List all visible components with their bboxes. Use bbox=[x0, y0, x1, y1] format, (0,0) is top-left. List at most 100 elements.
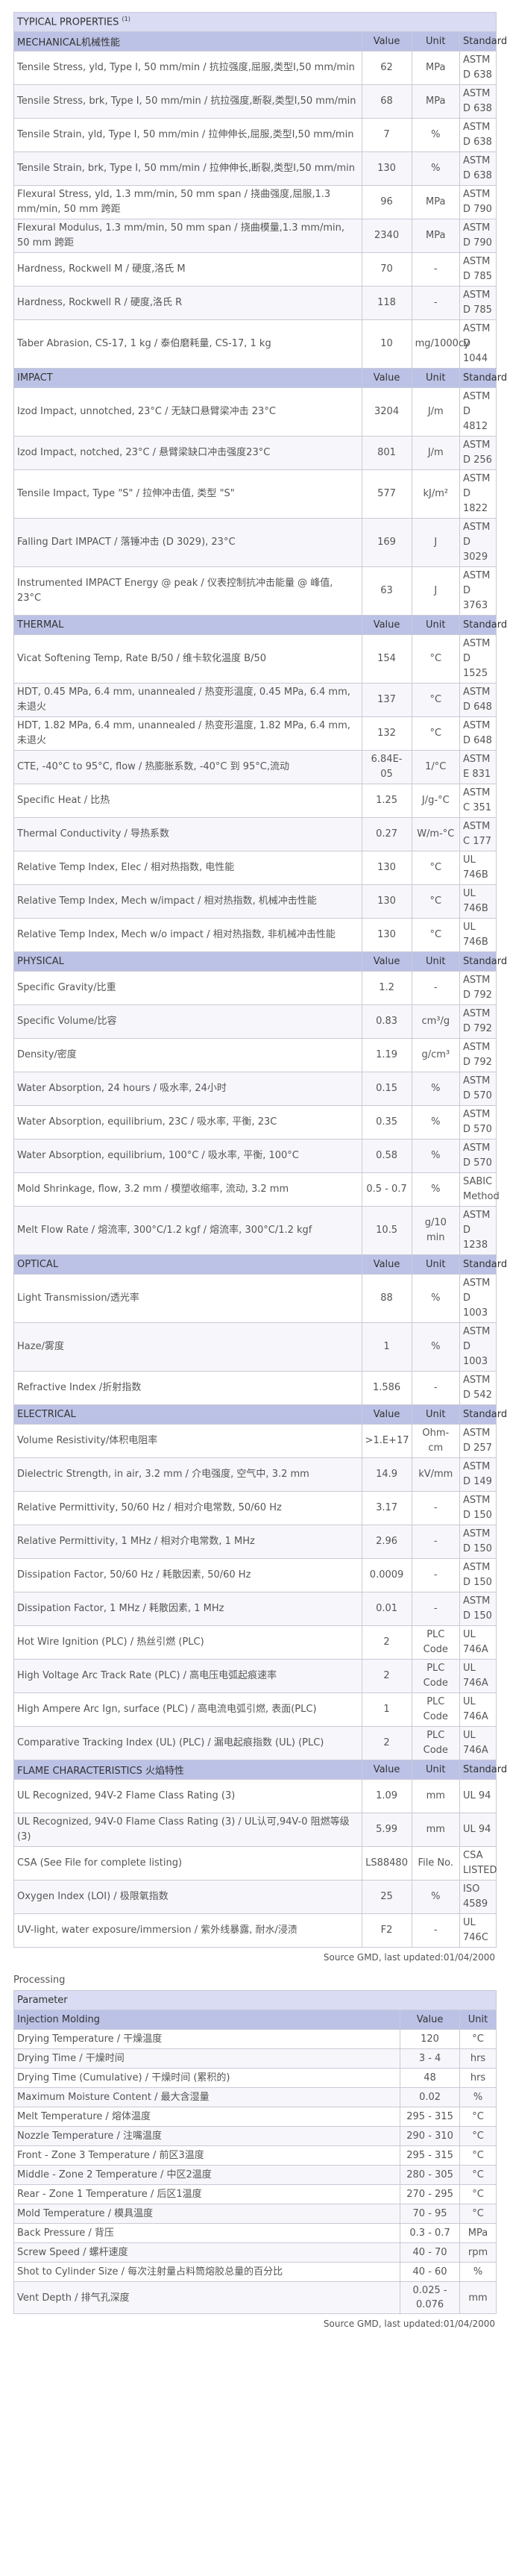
property-standard: ASTM D 792 bbox=[459, 1038, 497, 1072]
property-unit: MPa bbox=[411, 219, 461, 253]
property-label: Flexural Stress, yld, 1.3 mm/min, 50 mm … bbox=[13, 185, 362, 219]
processing-title: Parameter bbox=[13, 1990, 497, 2010]
property-unit: % bbox=[411, 151, 461, 186]
property-value: 88 bbox=[361, 1274, 412, 1323]
properties-body: MECHANICAL机械性能 Value Unit Standard Tensile S… bbox=[13, 31, 507, 1948]
parameter-value: 0.025 - 0.076 bbox=[400, 2281, 461, 2314]
parameter-label: Front - Zone 3 Temperature / 前区3温度 bbox=[13, 2145, 401, 2166]
property-label: High Ampere Arc Ign, surface (PLC) / 高电流… bbox=[13, 1692, 362, 1727]
property-standard: ASTM D 150 bbox=[459, 1491, 497, 1525]
property-label: Density/密度 bbox=[13, 1038, 362, 1072]
table-row: Melt Flow Rate / 熔流率, 300°C/1.2 kgf / 熔流… bbox=[13, 1206, 497, 1255]
property-standard: ASTM D 570 bbox=[459, 1139, 497, 1173]
table-row: Thermal Conductivity / 导热系数 0.27 W/m-°C AST… bbox=[13, 817, 497, 851]
section-col-header: Value bbox=[361, 368, 412, 388]
property-unit: W/m-°C bbox=[411, 817, 461, 851]
table-row: Density/密度 1.19 g/cm³ ASTM D 792 bbox=[13, 1038, 497, 1072]
section-header-row: PHYSICAL Value Unit Standard bbox=[13, 951, 507, 972]
property-label: Oxygen Index (LOI) / 极限氧指数 bbox=[13, 1880, 362, 1914]
property-label: Light Transmission/透光率 bbox=[13, 1274, 362, 1323]
property-value: 0.01 bbox=[361, 1592, 412, 1626]
property-unit: - bbox=[411, 1913, 461, 1948]
property-value: >1.E+17 bbox=[361, 1424, 412, 1458]
property-label: Relative Permittivity, 1 MHz / 相对介电常数, 1… bbox=[13, 1525, 362, 1559]
property-value: 2.96 bbox=[361, 1525, 412, 1559]
parameter-value: 40 - 60 bbox=[400, 2262, 461, 2282]
property-label: Taber Abrasion, CS-17, 1 kg / 泰伯磨耗量, CS-… bbox=[13, 319, 362, 369]
section-col-header: Unit bbox=[411, 615, 461, 635]
property-unit: g/cm³ bbox=[411, 1038, 461, 1072]
table-row: Izod Impact, notched, 23°C / 悬臂梁缺口冲击强度23… bbox=[13, 436, 497, 470]
property-standard: ASTM D 638 bbox=[459, 51, 497, 85]
property-label: Vicat Softening Temp, Rate B/50 / 维卡软化温度… bbox=[13, 634, 362, 684]
section-col-header: Value bbox=[361, 1254, 412, 1275]
section-col-header: Value bbox=[361, 615, 412, 635]
parameter-label: Back Pressure / 背压 bbox=[13, 2223, 401, 2243]
property-value: 1.25 bbox=[361, 784, 412, 818]
property-standard: ASTM E 831 bbox=[459, 750, 497, 784]
property-standard: ASTM D 256 bbox=[459, 436, 497, 470]
property-label: High Voltage Arc Track Rate (PLC) / 高电压电… bbox=[13, 1659, 362, 1693]
parameter-value: 48 bbox=[400, 2068, 461, 2088]
table-row: Relative Temp Index, Mech w/impact / 相对热… bbox=[13, 884, 497, 919]
properties-title: TYPICAL PROPERTIES (1) bbox=[13, 12, 497, 32]
properties-title-footnote: (1) bbox=[122, 16, 130, 23]
property-value: 130 bbox=[361, 884, 412, 919]
property-unit: - bbox=[411, 1525, 461, 1559]
parameter-label: Drying Time / 干燥时间 bbox=[13, 2048, 401, 2069]
table-row: Tensile Impact, Type "S" / 拉伸冲击值, 类型 "S"… bbox=[13, 469, 497, 519]
property-label: Tensile Strain, yld, Type I, 50 mm/min /… bbox=[13, 118, 362, 152]
property-value: 130 bbox=[361, 851, 412, 885]
table-row: Relative Permittivity, 50/60 Hz / 相对介电常数… bbox=[13, 1491, 497, 1525]
property-value: 132 bbox=[361, 716, 412, 751]
section-col-header: Standard bbox=[459, 1254, 507, 1275]
property-standard: UL 746B bbox=[459, 851, 497, 885]
property-value: 2 bbox=[361, 1625, 412, 1660]
property-label: Melt Flow Rate / 熔流率, 300°C/1.2 kgf / 熔流… bbox=[13, 1206, 362, 1255]
property-standard: ASTM D 638 bbox=[459, 84, 497, 119]
property-unit: kV/mm bbox=[411, 1457, 461, 1492]
table-row: Mold Temperature / 模具温度 70 - 95 °C bbox=[13, 2204, 497, 2224]
parameter-unit: °C bbox=[459, 2204, 497, 2224]
property-unit: PLC Code bbox=[411, 1692, 461, 1727]
section-title: IMPACT bbox=[13, 368, 362, 388]
property-value: 14.9 bbox=[361, 1457, 412, 1492]
property-standard: ASTM D 1525 bbox=[459, 634, 497, 684]
table-row: Drying Time (Cumulative) / 干燥时间 (累积的) 48 h… bbox=[13, 2068, 497, 2088]
property-value: 0.15 bbox=[361, 1072, 412, 1106]
table-row: Middle - Zone 2 Temperature / 中区2温度 280 -… bbox=[13, 2165, 497, 2185]
property-value: 5.99 bbox=[361, 1813, 412, 1847]
property-value: 62 bbox=[361, 51, 412, 85]
parameter-value: 0.3 - 0.7 bbox=[400, 2223, 461, 2243]
parameter-unit: hrs bbox=[459, 2048, 497, 2069]
table-row: Instrumented IMPACT Energy @ peak / 仪表控制… bbox=[13, 566, 497, 616]
property-value: 3.17 bbox=[361, 1491, 412, 1525]
property-unit: % bbox=[411, 1322, 461, 1372]
property-standard: ASTM D 1822 bbox=[459, 469, 497, 519]
property-value: 1.2 bbox=[361, 971, 412, 1005]
property-value: 118 bbox=[361, 286, 412, 320]
property-value: 68 bbox=[361, 84, 412, 119]
property-value: 1.09 bbox=[361, 1779, 412, 1813]
property-label: Instrumented IMPACT Energy @ peak / 仪表控制… bbox=[13, 566, 362, 616]
property-unit: J bbox=[411, 518, 461, 567]
parameter-value: 295 - 315 bbox=[400, 2145, 461, 2166]
table-row: Vent Depth / 排气孔深度 0.025 - 0.076 mm bbox=[13, 2281, 497, 2314]
processing-label: Processing bbox=[13, 1975, 66, 1986]
property-standard: ASTM D 792 bbox=[459, 971, 497, 1005]
parameter-label: Melt Temperature / 熔体温度 bbox=[13, 2107, 401, 2127]
property-value: 70 bbox=[361, 252, 412, 287]
parameter-label: Screw Speed / 螺杆速度 bbox=[13, 2242, 401, 2263]
section-title: FLAME CHARACTERISTICS 火焰特性 bbox=[13, 1760, 362, 1780]
property-value: 63 bbox=[361, 566, 412, 616]
property-standard: ASTM D 1003 bbox=[459, 1274, 497, 1323]
table-row: Izod Impact, unnotched, 23°C / 无缺口悬臂梁冲击 … bbox=[13, 387, 497, 437]
property-standard: ASTM D 570 bbox=[459, 1072, 497, 1106]
property-standard: ASTM D 638 bbox=[459, 151, 497, 186]
section-header-row: OPTICAL Value Unit Standard bbox=[13, 1254, 507, 1275]
table-row: Flexural Modulus, 1.3 mm/min, 50 mm span… bbox=[13, 219, 497, 253]
table-row: Tensile Stress, brk, Type I, 50 mm/min /… bbox=[13, 84, 497, 119]
property-value: 2 bbox=[361, 1659, 412, 1693]
table-row: Dissipation Factor, 1 MHz / 耗散因素, 1 MHz 0… bbox=[13, 1592, 497, 1626]
property-label: Comparative Tracking Index (UL) (PLC) / … bbox=[13, 1726, 362, 1760]
